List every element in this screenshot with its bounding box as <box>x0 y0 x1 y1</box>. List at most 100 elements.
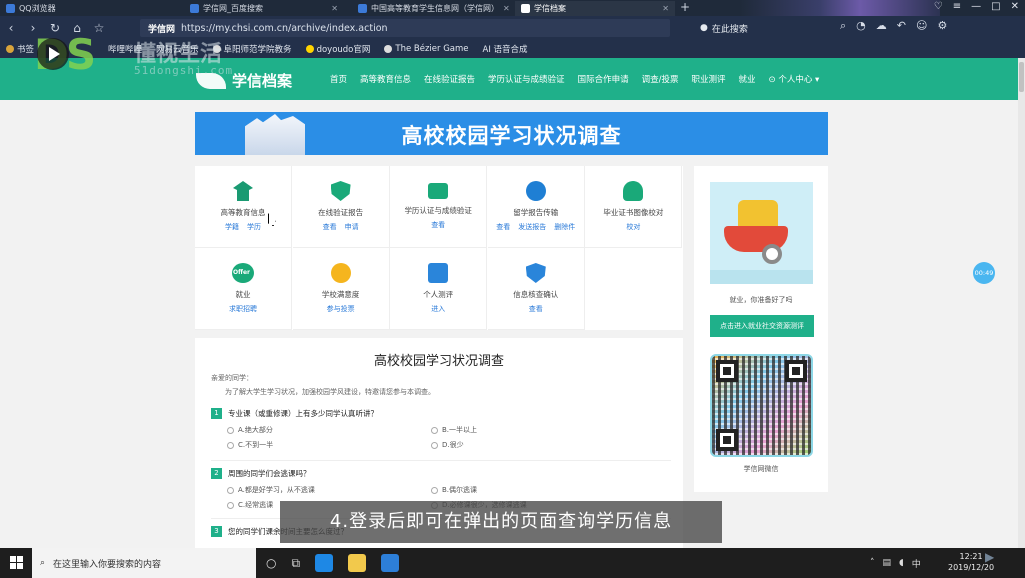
bookmark-item[interactable]: 网易云音乐 <box>156 43 199 55</box>
employment-assessment-button[interactable]: 点击进入就业社交资源测评 <box>710 315 814 337</box>
skin-icon[interactable]: ♡ <box>934 1 943 12</box>
survey-banner[interactable]: 高校校园学习状况调查 <box>195 112 828 155</box>
service-link[interactable]: 删除件 <box>554 222 575 232</box>
bookmark-item[interactable]: 书签 <box>6 43 34 55</box>
security-app-icon[interactable] <box>381 554 400 572</box>
service-cell[interactable]: 高等教育信息 学籍 学历 <box>195 166 292 248</box>
back-icon[interactable]: ‹ <box>0 21 22 35</box>
page-scrollbar[interactable] <box>1018 58 1025 548</box>
answer-option[interactable]: C.不到一半 <box>227 440 431 450</box>
tab-qq-browser[interactable]: QQ浏览器 <box>0 1 170 16</box>
nav-employment[interactable]: 就业 <box>738 73 755 85</box>
file-explorer-icon[interactable] <box>348 554 367 572</box>
nav-higher-education[interactable]: 高等教育信息 <box>360 73 411 85</box>
radio-button[interactable] <box>431 426 438 434</box>
service-cell[interactable]: 在线验证报告 查看 申请 <box>292 166 390 248</box>
menu-icon[interactable]: ≡ <box>953 1 961 12</box>
radio-button[interactable] <box>227 441 234 449</box>
site-logo[interactable]: 学信档案 <box>196 70 292 91</box>
answer-option[interactable]: B.偶尔逃课 <box>431 485 631 495</box>
nav-home[interactable]: 首页 <box>330 73 347 85</box>
radio-button[interactable] <box>227 501 234 509</box>
task-view-icon[interactable]: ⧉ <box>291 556 300 571</box>
answer-option[interactable]: A.都是好学习，从不逃课 <box>227 485 431 495</box>
service-link[interactable]: 查看 <box>496 222 510 232</box>
close-icon[interactable]: ✕ <box>1011 1 1019 12</box>
nav-certification[interactable]: 学历认证与成绩验证 <box>488 73 565 85</box>
side-panel: 就业，你准备好了吗 点击进入就业社交资源测评 学信网微信 <box>694 166 828 492</box>
service-link[interactable]: 申请 <box>345 222 359 232</box>
close-tab-icon[interactable]: ✕ <box>331 4 338 13</box>
employment-ad-image[interactable] <box>710 182 813 284</box>
nav-assessment[interactable]: 职业测评 <box>691 73 725 85</box>
video-corner-logo-icon: ▶ <box>985 550 995 564</box>
taskbar-search[interactable]: ⌕ 在这里输入你要搜索的内容 <box>32 548 256 578</box>
answer-option[interactable]: A.绝大部分 <box>227 425 431 435</box>
radio-button[interactable] <box>431 486 438 494</box>
service-cell[interactable]: 毕业证书图像校对 校对 <box>585 166 683 248</box>
search-box[interactable]: ● 在此搜索 <box>700 20 830 36</box>
tab-archive[interactable]: 学信档案 ✕ <box>515 1 675 16</box>
service-link[interactable]: 进入 <box>431 304 445 314</box>
bookmark-item[interactable]: The Bézier Game <box>384 44 469 54</box>
new-tab-button[interactable]: + <box>680 0 690 15</box>
radio-button[interactable] <box>431 441 438 449</box>
video-subtitle: 4.登录后即可在弹出的页面查询学历信息 <box>280 501 722 543</box>
extension-icon[interactable]: ◔ <box>856 19 866 33</box>
tab-label: 中国高等教育学生信息网（学信网） <box>371 4 499 13</box>
close-tab-icon[interactable]: ✕ <box>503 4 510 13</box>
tab-chsi-home[interactable]: 中国高等教育学生信息网（学信网） ✕ <box>352 1 512 16</box>
service-link[interactable]: 校对 <box>626 222 640 232</box>
tray-up-icon[interactable]: ˄ <box>870 558 875 568</box>
service-cell[interactable]: 信息核查确认 查看 <box>487 248 585 330</box>
nav-international[interactable]: 国际合作申请 <box>578 73 629 85</box>
volume-icon[interactable]: ◖ <box>899 558 904 568</box>
bookmark-label: 阜阳师范学院教务 <box>223 45 292 55</box>
bookmark-item[interactable]: AI 语音合成 <box>483 43 528 55</box>
service-link[interactable]: 求职招聘 <box>229 304 257 314</box>
service-link[interactable]: 查看 <box>529 304 543 314</box>
nav-user-center[interactable]: ⊙ 个人中心 ▾ <box>768 73 819 85</box>
maximize-icon[interactable]: □ <box>991 1 1000 12</box>
ime-indicator[interactable]: 中 <box>912 557 921 570</box>
nav-online-report[interactable]: 在线验证报告 <box>424 73 475 85</box>
settings-icon[interactable]: ⚙ <box>937 19 947 33</box>
service-cell[interactable]: 留学报告传输 查看 发送报告 删除件 <box>487 166 585 248</box>
service-link[interactable]: 学籍 <box>225 222 239 232</box>
bookmark-item[interactable]: doyoudo官网 <box>305 43 370 55</box>
url-input[interactable]: 学信网 https://my.chsi.com.cn/archive/index… <box>140 19 670 37</box>
bookmark-label: AI 语音合成 <box>482 45 528 55</box>
nav-survey[interactable]: 调查/投票 <box>642 73 679 85</box>
answer-option[interactable]: D.很少 <box>431 440 631 450</box>
windows-start-icon[interactable] <box>10 556 23 569</box>
qq-browser-app-icon[interactable] <box>315 554 334 572</box>
service-cell[interactable]: 个人测评 进入 <box>390 248 488 330</box>
user-icon[interactable]: ☺ <box>916 19 927 33</box>
star-icon[interactable]: ☆ <box>88 21 110 35</box>
home-icon[interactable]: ⌂ <box>66 21 88 35</box>
refresh-icon[interactable]: ↻ <box>44 21 66 35</box>
service-link[interactable]: 发送报告 <box>518 222 546 232</box>
service-cell[interactable]: 学历认证与成绩验证 查看 <box>390 166 488 248</box>
service-link[interactable]: 参与投票 <box>327 304 355 314</box>
tab-baidu-search[interactable]: 学信网_百度搜索 ✕ <box>184 1 344 16</box>
forward-icon[interactable]: › <box>22 21 44 35</box>
service-cell[interactable]: Offer 就业 求职招聘 <box>195 248 292 330</box>
answer-option[interactable]: B.一半以上 <box>431 425 631 435</box>
bookmark-item[interactable]: 阜阳师范学院教务 <box>212 43 292 55</box>
magnifier-icon[interactable]: ⌕ <box>840 19 846 33</box>
radio-button[interactable] <box>227 426 234 434</box>
network-icon[interactable]: ▤ <box>883 558 892 568</box>
service-cell[interactable]: 学校满意度 参与投票 <box>292 248 390 330</box>
service-link[interactable]: 查看 <box>431 220 445 230</box>
cloud-icon[interactable]: ☁ <box>876 19 887 33</box>
scrollbar-thumb[interactable] <box>1019 62 1024 92</box>
bookmark-item[interactable]: 哔哩哔哩 <box>108 43 142 55</box>
service-link[interactable]: 学历 <box>247 222 261 232</box>
close-tab-icon[interactable]: ✕ <box>662 4 669 13</box>
radio-button[interactable] <box>227 486 234 494</box>
service-link[interactable]: 查看 <box>323 222 337 232</box>
minimize-icon[interactable]: — <box>971 1 981 12</box>
cortana-icon[interactable]: ○ <box>266 556 276 570</box>
undo-icon[interactable]: ↶ <box>897 19 906 33</box>
